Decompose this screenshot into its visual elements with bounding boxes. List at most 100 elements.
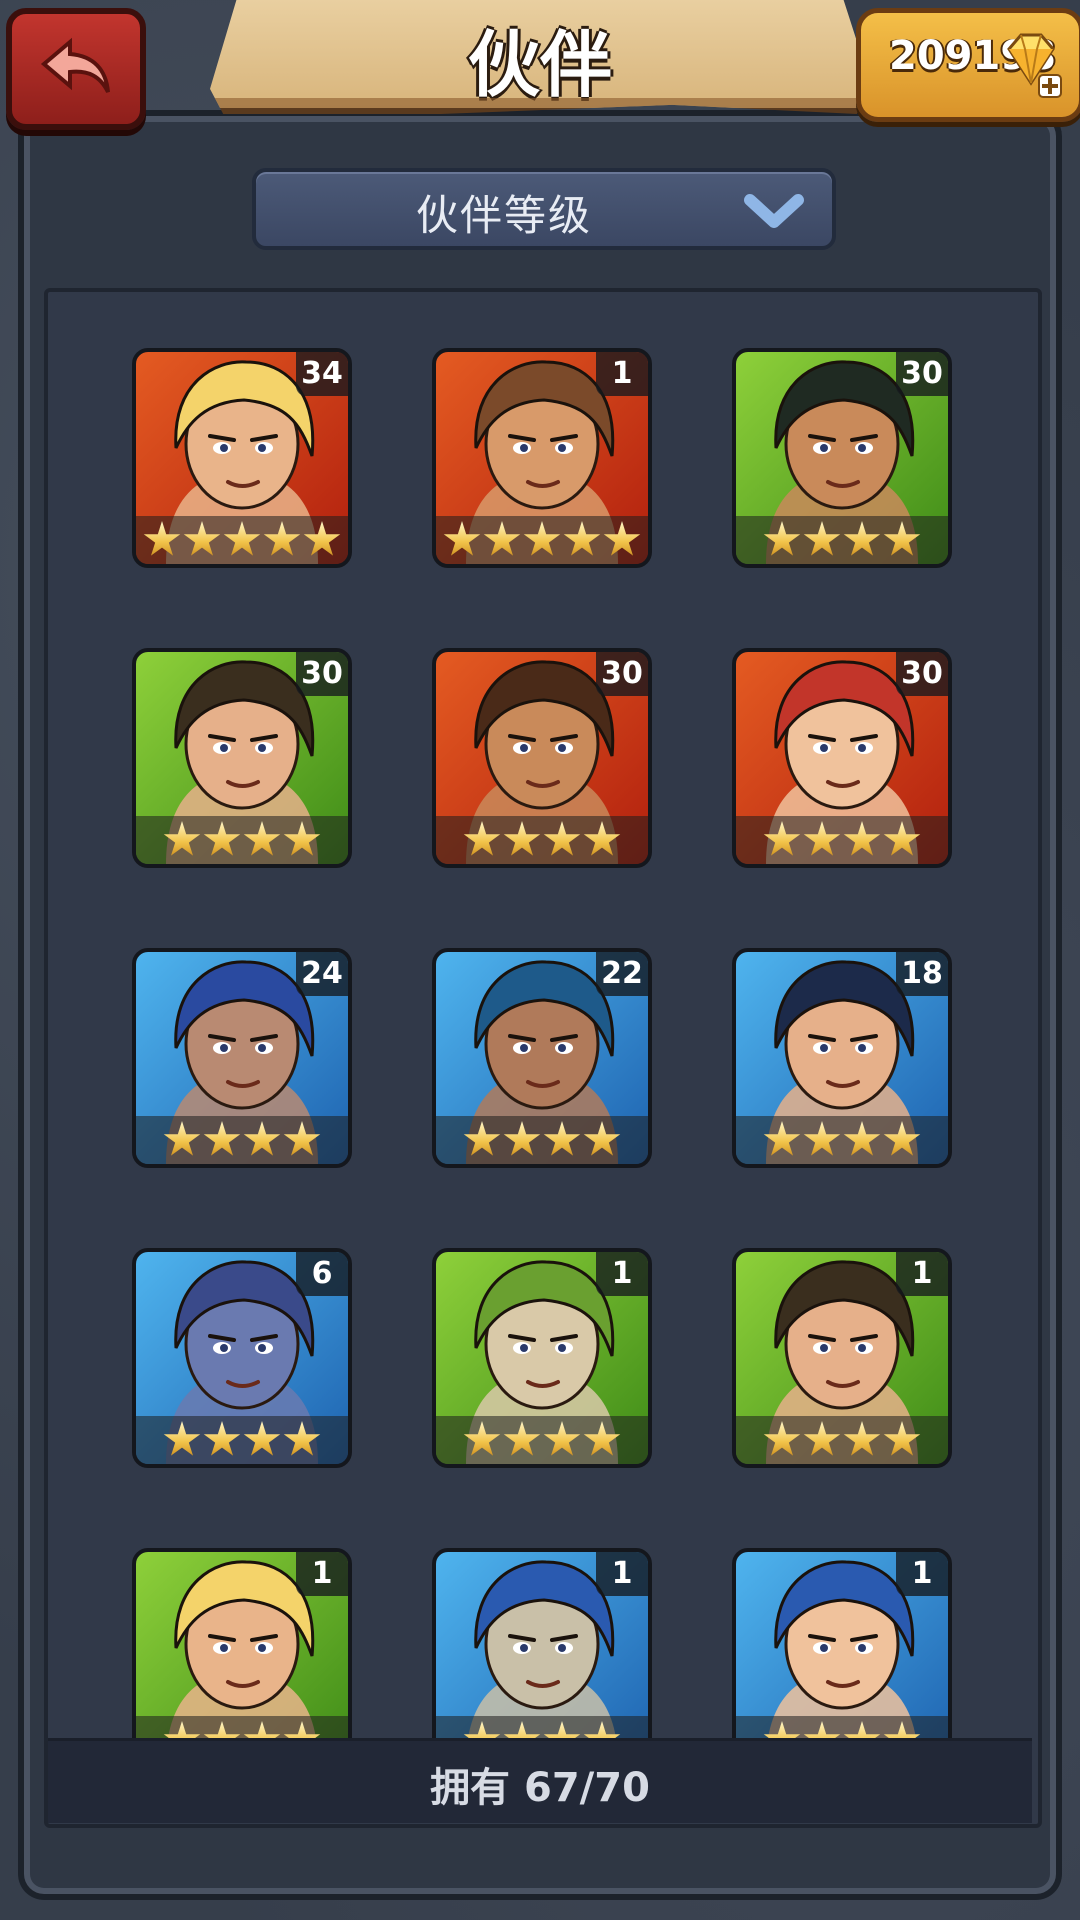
companion-card[interactable]: 1 — [132, 1548, 352, 1768]
dropdown-label: 伙伴等级 — [415, 191, 592, 240]
companion-level: 34 — [296, 352, 348, 396]
star-rating — [736, 816, 948, 864]
star-rating — [436, 516, 648, 564]
companion-grid-panel[interactable]: 34 1 30 30 30 30 24 22 18 6 1 1 1 1 1 — [44, 288, 1042, 1828]
star-icon — [843, 1121, 881, 1156]
gem-plus-icon[interactable] — [995, 27, 1067, 99]
companion-card[interactable]: 24 — [132, 948, 352, 1168]
companion-level: 1 — [596, 1552, 648, 1596]
star-icon — [883, 821, 921, 856]
companion-sort-dropdown[interactable]: 伙伴等级 — [252, 168, 836, 250]
star-icon — [763, 1421, 801, 1456]
star-icon — [583, 1421, 621, 1456]
star-icon — [203, 1421, 241, 1456]
star-icon — [803, 1121, 841, 1156]
companion-card[interactable]: 6 — [132, 1248, 352, 1468]
star-icon — [503, 1421, 541, 1456]
star-rating — [136, 516, 348, 564]
title-banner: 伙伴 — [210, 0, 870, 114]
star-icon — [243, 1121, 281, 1156]
star-icon — [463, 1421, 501, 1456]
star-rating — [136, 1116, 348, 1164]
star-icon — [883, 1121, 921, 1156]
companion-card[interactable]: 1 — [432, 1548, 652, 1768]
companion-level: 24 — [296, 952, 348, 996]
companion-card[interactable]: 1 — [432, 348, 652, 568]
star-icon — [843, 821, 881, 856]
star-icon — [463, 821, 501, 856]
star-icon — [263, 521, 301, 556]
star-icon — [803, 821, 841, 856]
back-button[interactable] — [6, 8, 146, 130]
companion-card[interactable]: 34 — [132, 348, 352, 568]
star-icon — [443, 521, 481, 556]
companion-level: 1 — [296, 1552, 348, 1596]
companion-card[interactable]: 18 — [732, 948, 952, 1168]
star-icon — [563, 521, 601, 556]
companion-level: 1 — [596, 352, 648, 396]
companion-card[interactable]: 1 — [432, 1248, 652, 1468]
companion-level: 30 — [896, 652, 948, 696]
star-rating — [136, 816, 348, 864]
star-icon — [163, 1121, 201, 1156]
companion-card[interactable]: 30 — [432, 648, 652, 868]
companion-card[interactable]: 22 — [432, 948, 652, 1168]
star-rating — [736, 1116, 948, 1164]
star-icon — [183, 521, 221, 556]
star-icon — [243, 1421, 281, 1456]
star-icon — [223, 521, 261, 556]
companion-level: 18 — [896, 952, 948, 996]
star-icon — [583, 1121, 621, 1156]
star-icon — [283, 1121, 321, 1156]
companion-card[interactable]: 30 — [732, 648, 952, 868]
companion-card[interactable]: 1 — [732, 1548, 952, 1768]
star-rating — [436, 816, 648, 864]
star-rating — [136, 1416, 348, 1464]
star-icon — [163, 1421, 201, 1456]
star-icon — [303, 521, 341, 556]
star-icon — [503, 1121, 541, 1156]
star-icon — [203, 821, 241, 856]
companion-card[interactable]: 30 — [132, 648, 352, 868]
gem-currency[interactable]: 209198 — [856, 8, 1080, 122]
owned-count: 拥有 67/70 — [430, 1765, 650, 1811]
chevron-down-icon — [744, 194, 804, 228]
star-icon — [483, 521, 521, 556]
companion-level: 30 — [596, 652, 648, 696]
star-icon — [203, 1121, 241, 1156]
companion-level: 1 — [596, 1252, 648, 1296]
companion-level: 30 — [896, 352, 948, 396]
star-icon — [803, 1421, 841, 1456]
star-icon — [283, 821, 321, 856]
star-icon — [883, 521, 921, 556]
companion-level: 6 — [296, 1252, 348, 1296]
star-icon — [163, 821, 201, 856]
star-icon — [523, 521, 561, 556]
star-icon — [883, 1421, 921, 1456]
star-icon — [243, 821, 281, 856]
star-icon — [763, 821, 801, 856]
star-icon — [843, 521, 881, 556]
star-icon — [763, 1121, 801, 1156]
star-icon — [843, 1421, 881, 1456]
back-arrow-icon — [40, 37, 110, 93]
companion-level: 1 — [896, 1552, 948, 1596]
companion-level: 1 — [896, 1252, 948, 1296]
owned-count-bar: 拥有 67/70 — [48, 1738, 1032, 1823]
star-icon — [543, 1121, 581, 1156]
star-rating — [736, 516, 948, 564]
star-icon — [143, 521, 181, 556]
star-rating — [436, 1116, 648, 1164]
star-icon — [543, 1421, 581, 1456]
star-icon — [603, 521, 641, 556]
star-rating — [436, 1416, 648, 1464]
star-icon — [283, 1421, 321, 1456]
star-rating — [736, 1416, 948, 1464]
companion-level: 22 — [596, 952, 648, 996]
companion-card[interactable]: 1 — [732, 1248, 952, 1468]
companion-level: 30 — [296, 652, 348, 696]
page-title: 伙伴 — [467, 23, 612, 107]
star-icon — [463, 1121, 501, 1156]
star-icon — [803, 521, 841, 556]
companion-card[interactable]: 30 — [732, 348, 952, 568]
